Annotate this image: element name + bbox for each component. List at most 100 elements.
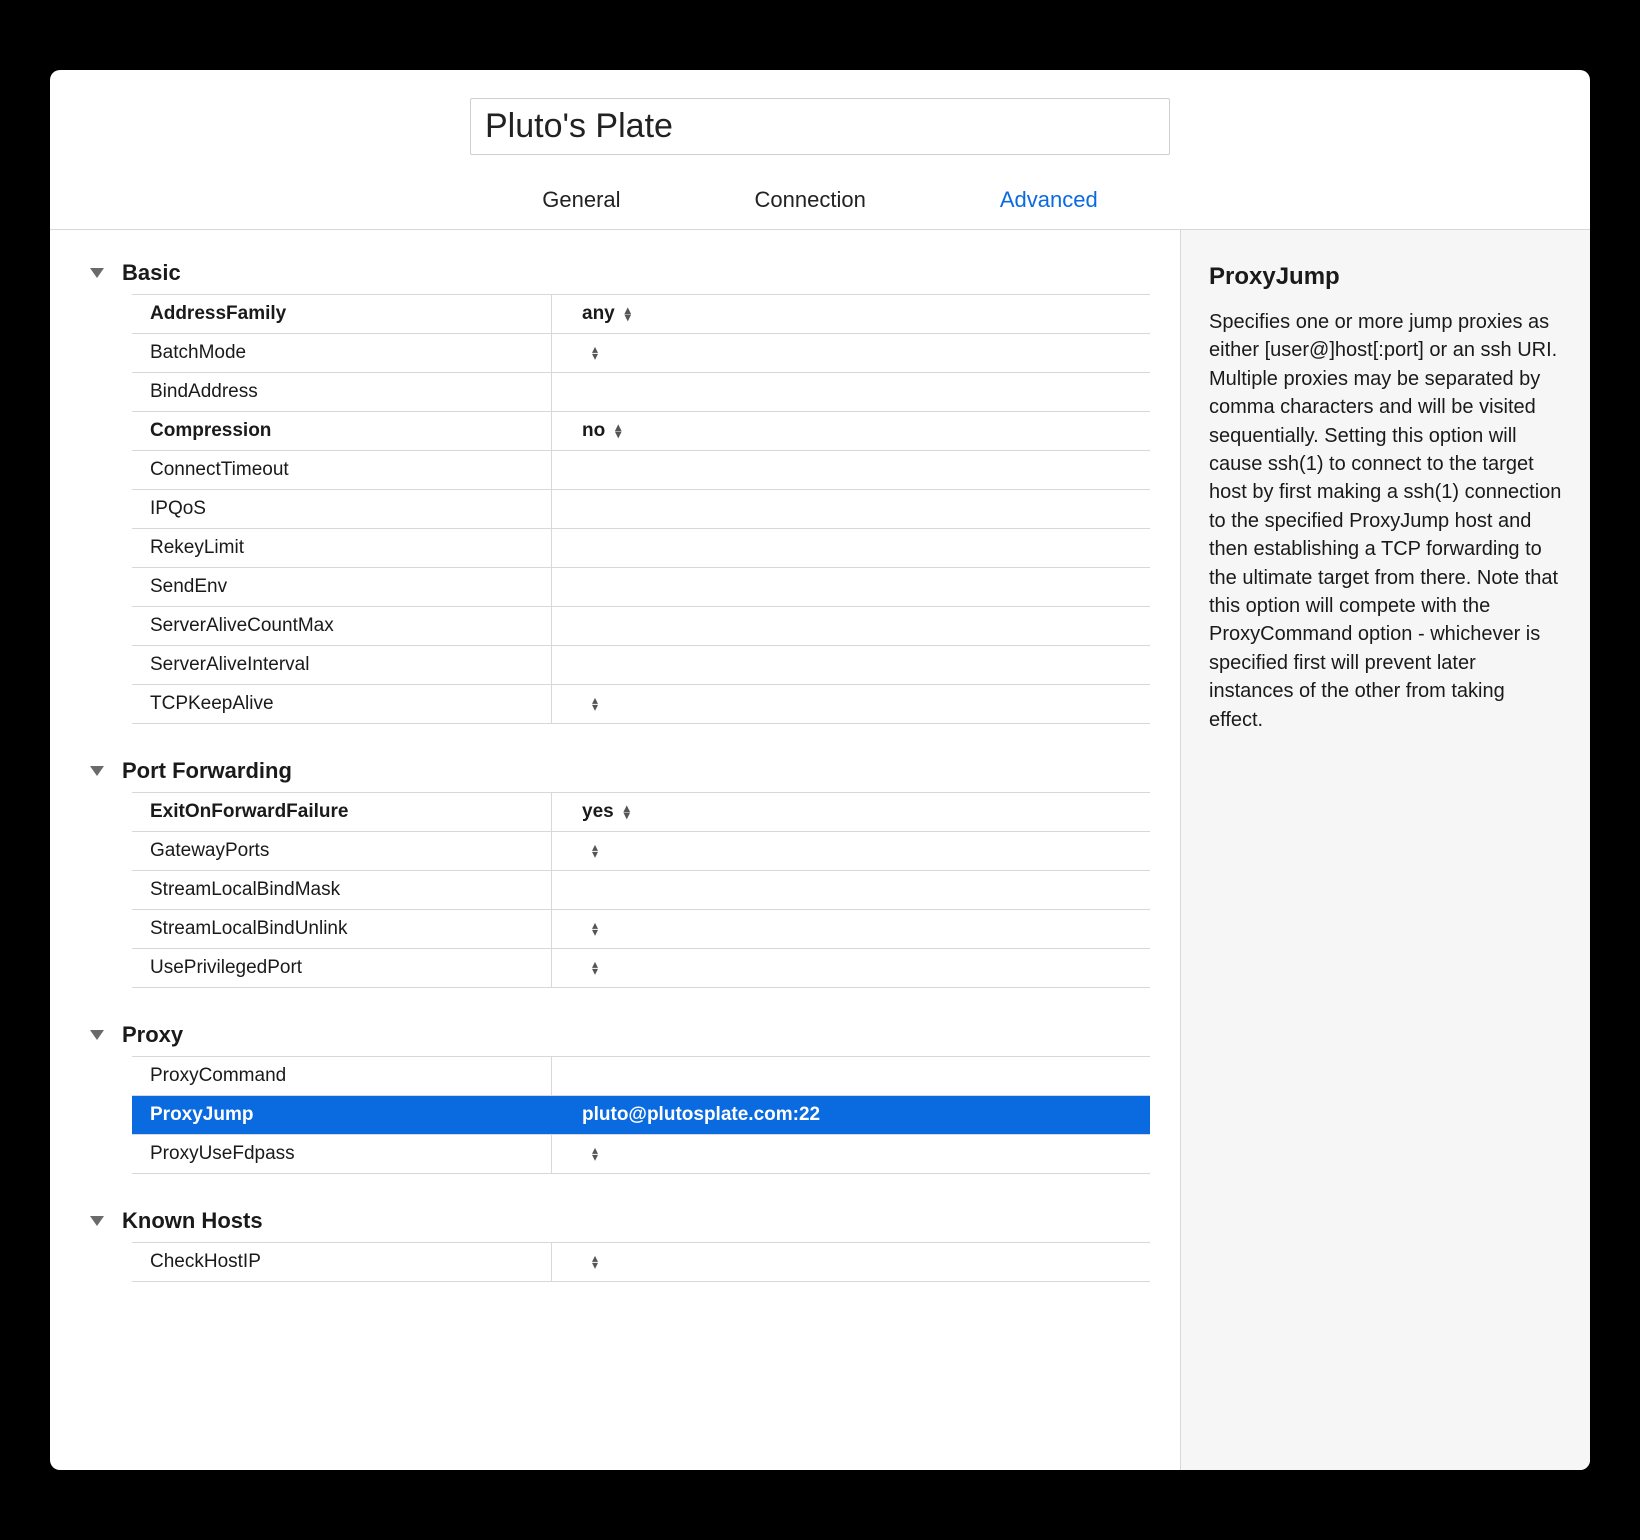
setting-key: IPQoS	[132, 490, 552, 528]
setting-key: ConnectTimeout	[132, 451, 552, 489]
setting-row-serveralivecountmax[interactable]: ServerAliveCountMax	[132, 607, 1150, 646]
setting-value[interactable]	[552, 373, 1150, 411]
setting-key: RekeyLimit	[132, 529, 552, 567]
section-proxy: Proxy ProxyCommandProxyJump pluto@plutospl…	[70, 1022, 1150, 1174]
setting-row-connecttimeout[interactable]: ConnectTimeout	[132, 451, 1150, 490]
setting-row-useprivilegedport[interactable]: UsePrivilegedPort ▴▾	[132, 949, 1150, 988]
setting-value[interactable]: ▴▾	[552, 1135, 1150, 1173]
setting-row-checkhostip[interactable]: CheckHostIP▴▾	[132, 1243, 1150, 1282]
section-header[interactable]: Proxy	[70, 1022, 1150, 1048]
help-sidebar: ProxyJump Specifies one or more jump pro…	[1180, 230, 1590, 1470]
setting-key: BatchMode	[132, 334, 552, 372]
up-down-stepper-icon[interactable]: ▴▾	[624, 805, 630, 818]
up-down-stepper-icon[interactable]: ▴▾	[592, 844, 598, 857]
setting-value[interactable]: ▴▾	[552, 910, 1150, 948]
section-title: Proxy	[122, 1022, 183, 1048]
setting-value-text: pluto@plutosplate.com:22	[582, 1104, 820, 1126]
setting-key: GatewayPorts	[132, 832, 552, 870]
settings-table: AddressFamily any ▴▾ BatchMode ▴▾ BindAddress…	[132, 294, 1150, 724]
section-title: Port Forwarding	[122, 758, 292, 784]
up-down-stepper-icon[interactable]: ▴▾	[615, 424, 621, 437]
setting-row-sendenv[interactable]: SendEnv	[132, 568, 1150, 607]
setting-row-ipqos[interactable]: IPQoS	[132, 490, 1150, 529]
settings-list[interactable]: Basic AddressFamily any ▴▾ BatchMode ▴▾ BindAd…	[50, 230, 1180, 1470]
section-header[interactable]: Port Forwarding	[70, 758, 1150, 784]
setting-row-exitonforwardfailure[interactable]: ExitOnForwardFailure yes ▴▾	[132, 793, 1150, 832]
setting-key: ExitOnForwardFailure	[132, 793, 552, 831]
setting-key: AddressFamily	[132, 295, 552, 333]
setting-row-tcpkeepalive[interactable]: TCPKeepAlive ▴▾	[132, 685, 1150, 724]
setting-value[interactable]	[552, 529, 1150, 567]
section-header[interactable]: Basic	[70, 260, 1150, 286]
section-title: Known Hosts	[122, 1208, 263, 1234]
setting-value-text: any	[582, 303, 615, 325]
up-down-stepper-icon[interactable]: ▴▾	[592, 346, 598, 359]
setting-key: ServerAliveInterval	[132, 646, 552, 684]
disclosure-triangle-icon[interactable]	[90, 1216, 104, 1226]
disclosure-triangle-icon[interactable]	[90, 1030, 104, 1040]
settings-table: CheckHostIP▴▾	[132, 1242, 1150, 1282]
up-down-stepper-icon[interactable]: ▴▾	[592, 961, 598, 974]
disclosure-triangle-icon[interactable]	[90, 766, 104, 776]
section-basic: Basic AddressFamily any ▴▾ BatchMode ▴▾ BindAd…	[70, 260, 1150, 724]
tabs: General Connection Advanced	[540, 183, 1099, 217]
setting-row-proxyjump[interactable]: ProxyJump pluto@plutosplate.com:22	[132, 1096, 1150, 1135]
setting-value[interactable]: pluto@plutosplate.com:22	[552, 1096, 1150, 1134]
setting-value[interactable]	[552, 490, 1150, 528]
tab-advanced[interactable]: Advanced	[998, 183, 1100, 217]
header: General Connection Advanced	[50, 70, 1590, 230]
settings-table: ProxyCommandProxyJump pluto@plutosplate.c…	[132, 1056, 1150, 1174]
setting-value[interactable]	[552, 607, 1150, 645]
up-down-stepper-icon[interactable]: ▴▾	[592, 922, 598, 935]
section-header[interactable]: Known Hosts	[70, 1208, 1150, 1234]
setting-key: ProxyCommand	[132, 1057, 552, 1095]
setting-value[interactable]: ▴▾	[552, 685, 1150, 723]
content-area: Basic AddressFamily any ▴▾ BatchMode ▴▾ BindAd…	[50, 230, 1590, 1470]
section-known-hosts: Known Hosts CheckHostIP▴▾	[70, 1208, 1150, 1282]
setting-key: UsePrivilegedPort	[132, 949, 552, 987]
setting-key: StreamLocalBindMask	[132, 871, 552, 909]
setting-value[interactable]: yes ▴▾	[552, 793, 1150, 831]
setting-key: Compression	[132, 412, 552, 450]
setting-value[interactable]	[552, 1057, 1150, 1095]
setting-row-serveraliveinterval[interactable]: ServerAliveInterval	[132, 646, 1150, 685]
help-title: ProxyJump	[1209, 260, 1562, 294]
setting-row-streamlocalbindunlink[interactable]: StreamLocalBindUnlink ▴▾	[132, 910, 1150, 949]
setting-value[interactable]: ▴▾	[552, 334, 1150, 372]
setting-key: ServerAliveCountMax	[132, 607, 552, 645]
disclosure-triangle-icon[interactable]	[90, 268, 104, 278]
setting-value[interactable]	[552, 451, 1150, 489]
setting-value[interactable]	[552, 871, 1150, 909]
setting-row-batchmode[interactable]: BatchMode ▴▾	[132, 334, 1150, 373]
section-port-forwarding: Port Forwarding ExitOnForwardFailure yes ▴▾…	[70, 758, 1150, 988]
setting-row-gatewayports[interactable]: GatewayPorts ▴▾	[132, 832, 1150, 871]
setting-row-rekeylimit[interactable]: RekeyLimit	[132, 529, 1150, 568]
setting-row-proxyusefdpass[interactable]: ProxyUseFdpass▴▾	[132, 1135, 1150, 1174]
setting-value[interactable]: ▴▾	[552, 832, 1150, 870]
setting-value[interactable]	[552, 646, 1150, 684]
setting-key: TCPKeepAlive	[132, 685, 552, 723]
setting-row-compression[interactable]: Compression no ▴▾	[132, 412, 1150, 451]
setting-key: SendEnv	[132, 568, 552, 606]
setting-row-proxycommand[interactable]: ProxyCommand	[132, 1057, 1150, 1096]
setting-value[interactable]	[552, 568, 1150, 606]
up-down-stepper-icon[interactable]: ▴▾	[625, 307, 631, 320]
tab-general[interactable]: General	[540, 183, 622, 217]
setting-key: ProxyJump	[132, 1096, 552, 1134]
setting-row-addressfamily[interactable]: AddressFamily any ▴▾	[132, 295, 1150, 334]
setting-value-text: no	[582, 420, 605, 442]
setting-row-bindaddress[interactable]: BindAddress	[132, 373, 1150, 412]
setting-key: StreamLocalBindUnlink	[132, 910, 552, 948]
up-down-stepper-icon[interactable]: ▴▾	[592, 1147, 598, 1160]
setting-value[interactable]: any ▴▾	[552, 295, 1150, 333]
up-down-stepper-icon[interactable]: ▴▾	[592, 1255, 598, 1268]
setting-value[interactable]: ▴▾	[552, 1243, 1150, 1281]
up-down-stepper-icon[interactable]: ▴▾	[592, 697, 598, 710]
host-title-input[interactable]	[470, 98, 1170, 155]
settings-window: General Connection Advanced Basic Address…	[50, 70, 1590, 1470]
setting-value[interactable]: no ▴▾	[552, 412, 1150, 450]
setting-value[interactable]: ▴▾	[552, 949, 1150, 987]
setting-value-text: yes	[582, 801, 614, 823]
setting-row-streamlocalbindmask[interactable]: StreamLocalBindMask	[132, 871, 1150, 910]
tab-connection[interactable]: Connection	[753, 183, 868, 217]
